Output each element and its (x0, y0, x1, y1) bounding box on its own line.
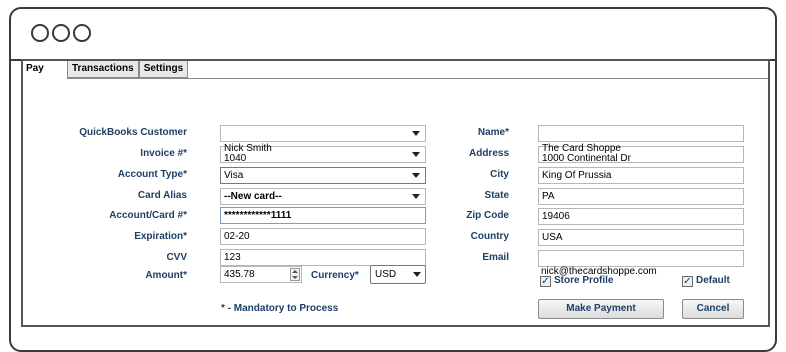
invoice-stack: Nick Smith 1040 (224, 144, 272, 164)
invoice-value: 1040 (224, 153, 247, 164)
amount-value: 435.78 (224, 269, 255, 280)
cvv-input[interactable]: 123 (220, 249, 426, 266)
card-alias-value: --New card-- (224, 191, 282, 202)
store-profile-label: Store Profile (554, 275, 614, 286)
window-control-circle-1[interactable] (31, 24, 49, 42)
stepper-control[interactable] (290, 268, 300, 281)
tab-underline (67, 78, 768, 79)
label-card-alias: Card Alias (137, 190, 187, 201)
window-controls (31, 24, 91, 42)
label-account-card: Account/Card #* (109, 210, 187, 221)
label-email: Email (482, 252, 509, 263)
state-input[interactable]: PA (538, 188, 744, 205)
tab-transactions[interactable]: Transactions (67, 61, 139, 78)
label-invoice: Invoice #* (140, 148, 187, 159)
card-alias-select[interactable]: --New card-- (220, 188, 426, 205)
label-expiration: Expiration* (134, 231, 187, 242)
tab-bar: Pay Transactions Settings (23, 61, 189, 79)
label-currency: Currency* (311, 270, 359, 281)
invoice-select[interactable]: Nick Smith 1040 (220, 144, 426, 164)
stepper-up-icon[interactable] (292, 270, 298, 273)
quickbooks-customer-select[interactable] (220, 125, 426, 142)
chevron-down-icon (412, 152, 420, 157)
expiration-input[interactable]: 02-20 (220, 228, 426, 245)
tab-settings[interactable]: Settings (138, 61, 189, 78)
label-account-type: Account Type* (117, 169, 187, 180)
zip-code-input[interactable]: 19406 (538, 208, 744, 225)
address-stack: The Card Shoppe 1000 Continental Dr (542, 144, 631, 164)
stepper-down-icon[interactable] (292, 276, 298, 279)
account-type-value: Visa (224, 170, 244, 181)
chevron-down-icon (412, 194, 420, 199)
city-input[interactable]: King Of Prussia (538, 167, 744, 184)
label-country: Country (470, 231, 509, 242)
email-input[interactable] (538, 250, 744, 267)
default-label: Default (696, 275, 730, 286)
window-control-circle-2[interactable] (52, 24, 70, 42)
label-name: Name* (477, 127, 509, 138)
currency-value: USD (375, 269, 397, 280)
account-card-input[interactable]: ************1111 (220, 207, 426, 224)
label-amount: Amount* (145, 270, 187, 281)
account-type-select[interactable]: Visa (220, 167, 426, 184)
label-city: City (490, 169, 509, 180)
address-value: 1000 Continental Dr (542, 153, 631, 164)
chevron-down-icon (412, 131, 420, 136)
store-profile-checkbox[interactable]: ✓ (540, 276, 551, 287)
label-zip-code: Zip Code (466, 210, 509, 221)
payment-panel: Pay Transactions Settings QuickBooks Cus… (21, 59, 770, 327)
name-input[interactable] (538, 125, 744, 142)
default-checkbox[interactable]: ✓ (682, 276, 693, 287)
chevron-down-icon (413, 272, 421, 277)
cancel-button[interactable]: Cancel (682, 299, 744, 319)
label-state: State (484, 190, 509, 201)
chevron-down-icon (412, 173, 420, 178)
currency-select[interactable]: USD (370, 265, 426, 284)
label-cvv: CVV (166, 252, 187, 263)
label-address: Address (468, 148, 509, 159)
address-input[interactable]: The Card Shoppe 1000 Continental Dr (538, 144, 744, 164)
make-payment-button[interactable]: Make Payment (538, 299, 664, 319)
country-input[interactable]: USA (538, 229, 744, 246)
tab-pay[interactable]: Pay (23, 61, 67, 78)
mandatory-note: * - Mandatory to Process (221, 303, 339, 314)
label-quickbooks-customer: QuickBooks Customer (79, 127, 187, 138)
window-control-circle-3[interactable] (73, 24, 91, 42)
amount-stepper[interactable]: 435.78 (220, 266, 302, 283)
